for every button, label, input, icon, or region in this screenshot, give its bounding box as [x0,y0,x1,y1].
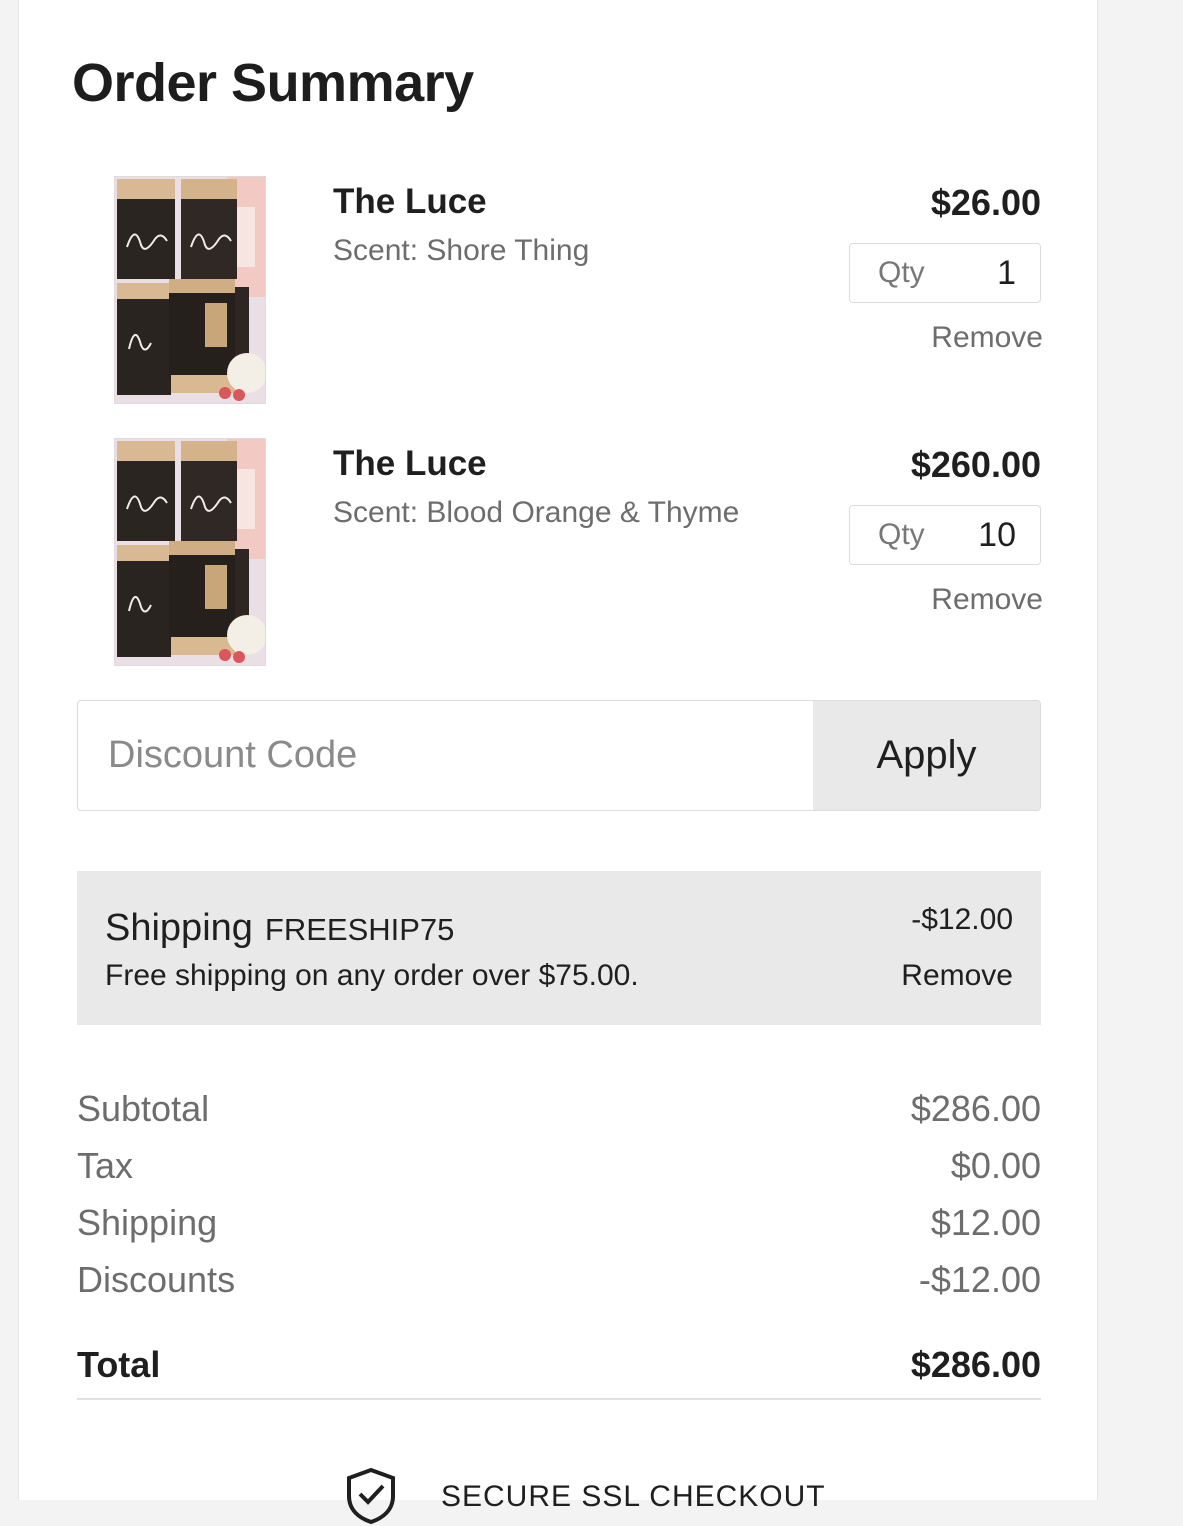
total-row: Total $286.00 [77,1344,1041,1400]
promo-type-label: Shipping [105,907,253,949]
shipping-label: Shipping [77,1202,218,1243]
subtotal-label: Subtotal [77,1088,210,1129]
quantity-label: Qty [878,256,925,289]
tax-row: Tax $0.00 [77,1145,1041,1202]
product-variant: Scent: Blood Orange & Thyme [333,496,740,529]
discounts-label: Discounts [77,1259,236,1300]
order-summary-panel: Order Summary The Luce Scent: Shore Thin… [18,0,1099,1525]
discount-code-input[interactable] [78,701,814,810]
secure-checkout-label: SECURE SSL CHECKOUT [441,1480,826,1513]
shipping-row: Shipping $12.00 [77,1202,1041,1259]
product-price: $26.00 [930,182,1041,223]
applied-promo: Shipping FREESHIP75 Free shipping on any … [77,871,1041,1025]
discounts-value: -$12.00 [918,1259,1041,1300]
product-name: The Luce [333,444,487,483]
promo-heading: Shipping FREESHIP75 [105,907,454,950]
quantity-label: Qty [878,518,925,551]
discount-code-form: Apply [77,700,1041,811]
candle-jars-image [115,439,265,665]
discounts-row: Discounts -$12.00 [77,1259,1041,1316]
quantity-field[interactable]: Qty 10 [849,505,1041,565]
apply-discount-button[interactable]: Apply [813,701,1040,810]
product-thumbnail[interactable] [114,176,266,404]
cart-item: The Luce Scent: Shore Thing $26.00 Qty 1… [19,176,1099,406]
page-title: Order Summary [72,53,474,113]
total-label: Total [77,1344,161,1385]
candle-jars-image [115,177,265,403]
subtotal-value: $286.00 [910,1088,1041,1129]
quantity-value[interactable]: 10 [978,516,1016,555]
shield-check-icon [347,1467,395,1525]
quantity-value[interactable]: 1 [997,254,1016,293]
shipping-value: $12.00 [930,1202,1041,1243]
total-value: $286.00 [910,1344,1041,1385]
totals-breakdown: Subtotal $286.00 Tax $0.00 Shipping $12.… [77,1088,1041,1316]
promo-description: Free shipping on any order over $75.00. [105,959,639,992]
product-variant: Scent: Shore Thing [333,234,590,267]
product-name: The Luce [333,182,487,221]
tax-value: $0.00 [950,1145,1041,1186]
cart-item: The Luce Scent: Blood Orange & Thyme $26… [19,438,1099,668]
quantity-field[interactable]: Qty 1 [849,243,1041,303]
remove-promo-link[interactable]: Remove [901,959,1013,993]
tax-label: Tax [77,1145,134,1186]
remove-item-link[interactable]: Remove [931,583,1043,617]
promo-code: FREESHIP75 [264,912,455,947]
promo-amount: -$12.00 [911,903,1013,936]
subtotal-row: Subtotal $286.00 [77,1088,1041,1145]
remove-item-link[interactable]: Remove [931,321,1043,355]
product-thumbnail[interactable] [114,438,266,666]
product-price: $260.00 [910,444,1041,485]
